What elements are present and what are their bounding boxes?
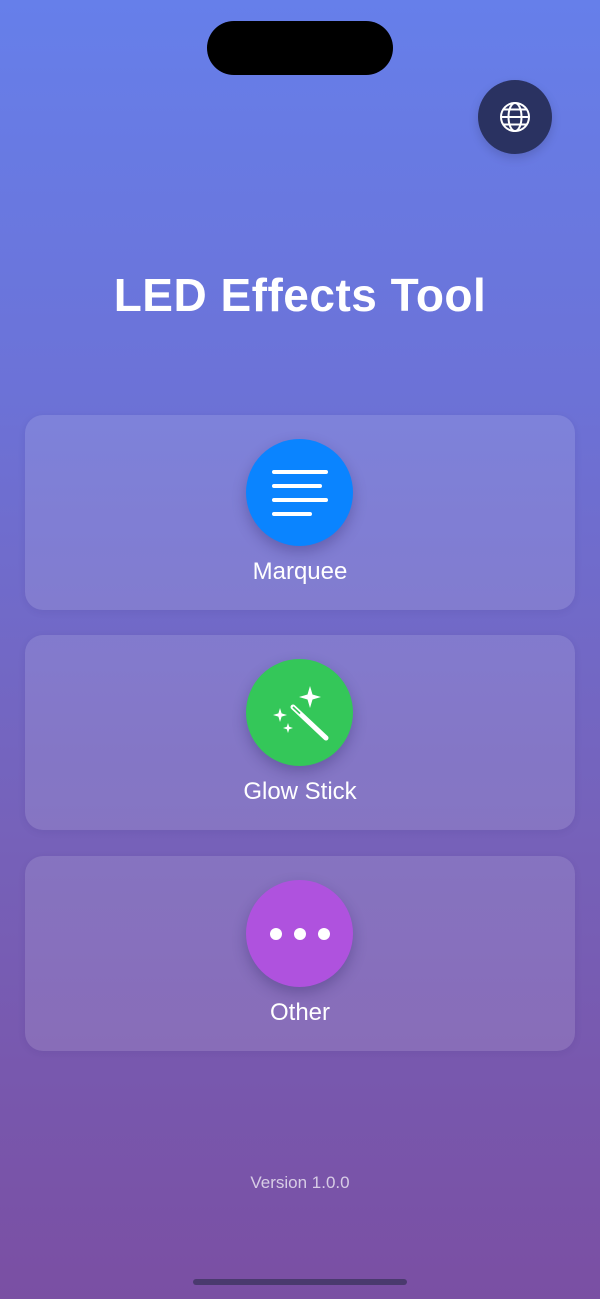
other-label: Other: [269, 999, 331, 1026]
globe-icon: [500, 102, 530, 132]
glow-stick-icon-circle: [246, 659, 353, 766]
home-indicator[interactable]: [193, 1279, 407, 1285]
marquee-card[interactable]: Marquee: [25, 415, 575, 610]
glow-stick-card[interactable]: Glow Stick: [25, 635, 575, 830]
marquee-label: Marquee: [252, 558, 348, 585]
dynamic-island: [207, 21, 393, 75]
language-button[interactable]: [478, 80, 552, 154]
ellipsis-icon: [269, 927, 330, 940]
glow-stick-label: Glow Stick: [243, 778, 357, 805]
magic-wand-icon: [272, 685, 328, 740]
marquee-icon-circle: [246, 439, 353, 546]
page-title: LED Effects Tool: [113, 269, 487, 321]
other-icon-circle: [246, 880, 353, 987]
text-align-left-icon: [271, 469, 328, 516]
other-card[interactable]: Other: [25, 856, 575, 1051]
version-text: Version 1.0.0: [250, 1173, 350, 1192]
